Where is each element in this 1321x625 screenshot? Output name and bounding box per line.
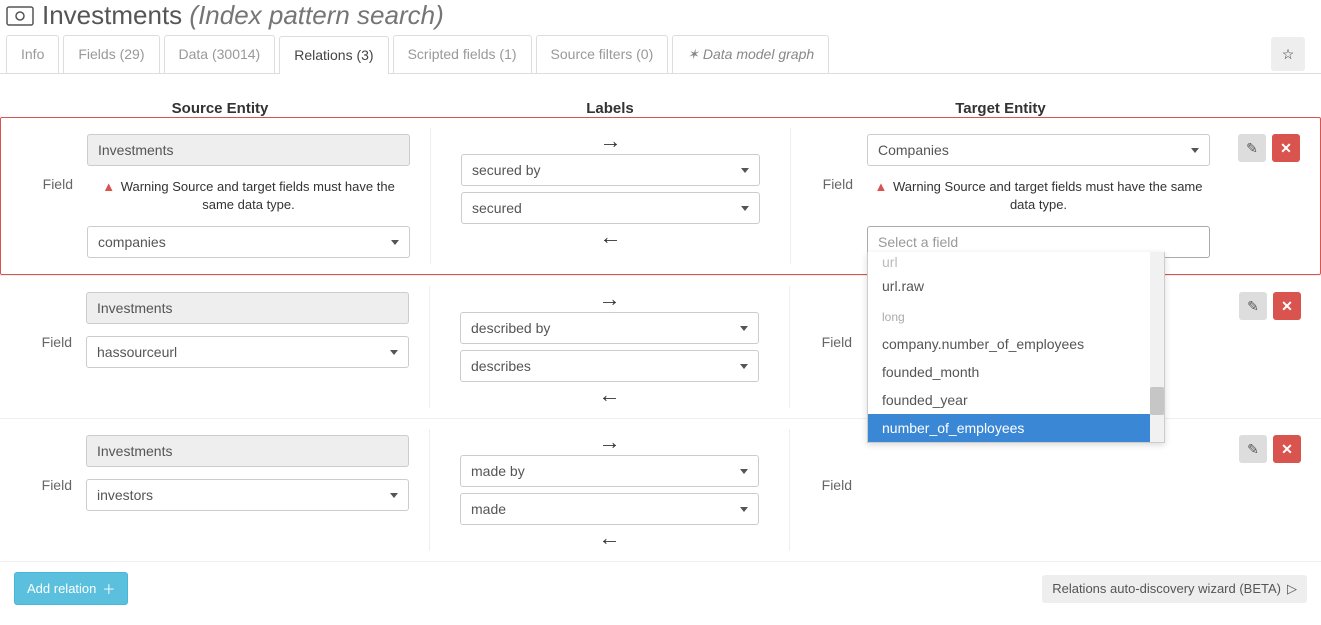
label-back-select[interactable]: describes [460, 350, 759, 382]
arrow-left-icon: ← [599, 525, 621, 551]
auto-discovery-wizard-button[interactable]: Relations auto-discovery wizard (BETA) ▷ [1042, 575, 1307, 603]
col-header-labels: Labels [430, 100, 790, 117]
source-entity: Investments [86, 292, 409, 324]
dropdown-option[interactable]: url.raw [868, 272, 1164, 300]
page-title: Investments (Index pattern search) [42, 0, 444, 31]
field-label: Field [30, 292, 72, 350]
tab-relations[interactable]: Relations (3) [279, 36, 388, 74]
chevron-down-icon [741, 168, 749, 173]
money-icon [6, 6, 34, 26]
favorite-button[interactable]: ☆ [1271, 37, 1305, 71]
plus-icon: ＋ [102, 579, 115, 598]
delete-button[interactable]: ✕ [1272, 134, 1300, 162]
close-icon: ✕ [1281, 298, 1293, 315]
edit-button[interactable]: ✎ [1238, 134, 1266, 162]
chevron-down-icon [390, 350, 398, 355]
dropdown-option[interactable]: company.number_of_employees [868, 330, 1164, 358]
delete-button[interactable]: ✕ [1273, 292, 1301, 320]
field-label: Field [810, 292, 852, 350]
source-field-select[interactable]: investors [86, 479, 409, 511]
delete-button[interactable]: ✕ [1273, 435, 1301, 463]
chevron-down-icon [740, 364, 748, 369]
chevron-down-icon [740, 507, 748, 512]
play-icon: ▷ [1287, 581, 1297, 597]
field-label: Field [811, 134, 853, 192]
tab-scripted-fields[interactable]: Scripted fields (1) [393, 35, 532, 73]
label-forward-select[interactable]: secured by [461, 154, 760, 186]
tab-data-model-graph[interactable]: ✶ Data model graph [672, 35, 829, 73]
warning-icon: ▲ [874, 179, 887, 194]
dropdown-option[interactable]: url [868, 252, 1164, 272]
close-icon: ✕ [1280, 140, 1292, 157]
field-label: Field [810, 435, 852, 493]
source-warning: ▲ Warning Source and target fields must … [87, 178, 410, 214]
source-field-select[interactable]: companies [87, 226, 410, 258]
edit-button[interactable]: ✎ [1239, 292, 1267, 320]
pencil-icon: ✎ [1247, 298, 1259, 315]
label-forward-select[interactable]: described by [460, 312, 759, 344]
chevron-down-icon [740, 326, 748, 331]
label-back-select[interactable]: secured [461, 192, 760, 224]
arrow-left-icon: ← [600, 224, 622, 250]
chevron-down-icon [391, 240, 399, 245]
pencil-icon: ✎ [1246, 140, 1258, 157]
warning-icon: ▲ [102, 179, 115, 194]
scrollbar[interactable] [1150, 252, 1164, 442]
source-entity: Investments [87, 134, 410, 166]
chevron-down-icon [1191, 148, 1199, 153]
label-forward-select[interactable]: made by [460, 455, 759, 487]
field-label: Field [30, 435, 72, 493]
source-field-select[interactable]: hassourceurl [86, 336, 409, 368]
col-header-source: Source Entity [10, 100, 430, 117]
field-label: Field [31, 134, 73, 192]
target-warning: ▲ Warning Source and target fields must … [867, 178, 1210, 214]
graph-icon: ✶ [687, 46, 699, 62]
arrow-right-icon: → [600, 128, 622, 154]
dropdown-group: long [868, 300, 1164, 330]
tab-data[interactable]: Data (30014) [164, 35, 276, 73]
pencil-icon: ✎ [1247, 441, 1259, 458]
edit-button[interactable]: ✎ [1239, 435, 1267, 463]
source-entity: Investments [86, 435, 409, 467]
arrow-right-icon: → [599, 429, 621, 455]
col-header-target: Target Entity [790, 100, 1311, 117]
star-icon: ☆ [1282, 46, 1295, 63]
arrow-right-icon: → [599, 286, 621, 312]
dropdown-option[interactable]: number_of_employees [868, 414, 1164, 442]
tabs: Info Fields (29) Data (30014) Relations … [6, 35, 829, 73]
chevron-down-icon [390, 493, 398, 498]
close-icon: ✕ [1281, 441, 1293, 458]
relation-row: Field Investments ▲ Warning Source and t… [0, 117, 1321, 275]
chevron-down-icon [740, 469, 748, 474]
add-relation-button[interactable]: Add relation ＋ [14, 572, 128, 605]
arrow-left-icon: ← [599, 382, 621, 408]
dropdown-option[interactable]: founded_year [868, 386, 1164, 414]
tab-source-filters[interactable]: Source filters (0) [536, 35, 669, 73]
tab-info[interactable]: Info [6, 35, 59, 73]
label-back-select[interactable]: made [460, 493, 759, 525]
chevron-down-icon [741, 206, 749, 211]
field-dropdown: url url.raw long company.number_of_emplo… [867, 252, 1165, 443]
tab-fields[interactable]: Fields (29) [63, 35, 159, 73]
target-entity-select[interactable]: Companies [867, 134, 1210, 166]
dropdown-option[interactable]: founded_month [868, 358, 1164, 386]
